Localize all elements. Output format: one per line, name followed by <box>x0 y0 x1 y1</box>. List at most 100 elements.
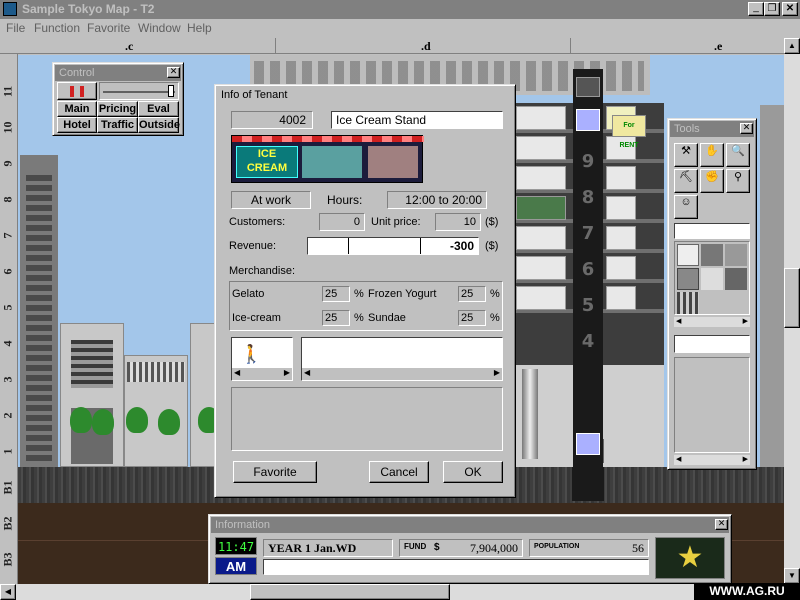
people-scroll-right-icon[interactable]: ▶ <box>284 368 290 377</box>
elevator-car[interactable] <box>576 433 600 455</box>
facility-columns-icon[interactable] <box>677 292 699 314</box>
control-title: Control <box>59 67 95 79</box>
tower-basement <box>572 467 604 501</box>
main-button[interactable]: Main <box>57 101 97 117</box>
eval-button[interactable]: Eval <box>138 101 179 117</box>
magnifier-icon[interactable]: 🔍 <box>726 143 750 167</box>
unit-price-label: Unit price: <box>371 216 421 228</box>
floor-label-1: 1 <box>0 448 15 455</box>
clock-ampm: AM <box>215 557 257 575</box>
information-title: Information <box>215 519 271 531</box>
merch-pct-sign: % <box>490 312 500 324</box>
tower-floor-7: 7 <box>581 223 595 244</box>
merch-pct-ice-cream[interactable]: 25 <box>322 310 350 326</box>
facility-stair-icon[interactable] <box>725 244 747 266</box>
tool-category-box[interactable] <box>674 223 750 239</box>
crane-icon[interactable]: ⛏ <box>674 169 698 193</box>
population-display: POPULATION 56 <box>529 539 649 557</box>
facility-hall-icon[interactable] <box>725 268 747 290</box>
facility-room-icon[interactable] <box>677 268 699 290</box>
floor-ruler: 11 10 9 8 7 6 5 4 3 2 1 B1 B2 B3 <box>0 54 18 584</box>
close-button[interactable]: ✕ <box>782 2 798 16</box>
merch-pct-frozen-yogurt[interactable]: 25 <box>458 286 486 302</box>
scroll-down-button[interactable]: ▼ <box>784 568 800 584</box>
facility-preview <box>674 357 750 453</box>
speed-slider-thumb[interactable] <box>168 85 174 97</box>
for-rent-sign[interactable]: For RENT <box>612 115 646 149</box>
inspect-icon[interactable]: ⚲ <box>726 169 750 193</box>
scroll-up-button[interactable]: ▲ <box>784 38 800 54</box>
merch-name-sundae: Sundae <box>368 312 406 324</box>
control-titlebar: Control <box>55 65 181 81</box>
merch-pct-sign: % <box>354 312 364 324</box>
information-close-icon[interactable]: ✕ <box>715 519 728 530</box>
pricing-button[interactable]: Pricing <box>97 101 138 117</box>
favorite-button[interactable]: Favorite <box>233 461 317 483</box>
people-viewer[interactable]: 🚶 ◀ ▶ <box>231 337 293 381</box>
facility-office-icon[interactable] <box>677 244 699 266</box>
tenant-icon[interactable]: ☺ <box>674 195 698 219</box>
hand-icon[interactable]: ✋ <box>700 143 724 167</box>
menu-window[interactable]: Window <box>138 21 181 35</box>
tools-close-icon[interactable]: ✕ <box>740 123 753 134</box>
window-title: Sample Tokyo Map - T2 <box>22 2 155 16</box>
ok-button[interactable]: OK <box>443 461 503 483</box>
tenant-name-field[interactable]: Ice Cream Stand <box>331 111 503 129</box>
detail-scroll-left-icon[interactable]: ◀ <box>304 368 310 377</box>
grab-icon[interactable]: ✊ <box>700 169 724 193</box>
date-display: YEAR 1 Jan.WD <box>263 539 393 557</box>
tree <box>70 407 92 433</box>
control-close-icon[interactable]: ✕ <box>167 67 180 78</box>
tower-floor-6: 6 <box>581 259 595 280</box>
column-label-d: .d <box>421 39 431 53</box>
hammer-icon[interactable]: ⚒ <box>674 143 698 167</box>
revenue-label: Revenue: <box>229 240 277 252</box>
facility-scrollbar[interactable]: ◀ ▶ <box>674 317 750 327</box>
merch-pct-gelato[interactable]: 25 <box>322 286 350 302</box>
speed-slider[interactable] <box>99 82 179 100</box>
pause-button[interactable] <box>57 82 97 100</box>
app-icon <box>3 2 17 16</box>
title-bar: Sample Tokyo Map - T2 _ ❐ ✕ <box>0 0 800 19</box>
revenue-currency: ($) <box>485 240 499 252</box>
facility-lobby-icon[interactable] <box>701 268 723 290</box>
vertical-scrollbar[interactable]: ▲ ▼ <box>784 38 800 584</box>
fund-display: FUND $ 7,904,000 <box>399 539 523 557</box>
population-label: POPULATION <box>534 543 580 550</box>
cancel-button[interactable]: Cancel <box>369 461 429 483</box>
floor-label-5: 5 <box>0 304 15 311</box>
menu-favorite[interactable]: Favorite <box>87 21 130 35</box>
horizontal-scrollbar[interactable]: ◀ <box>0 584 784 600</box>
facility-shop-icon[interactable] <box>701 244 723 266</box>
floor-label-b3: B3 <box>0 552 15 567</box>
fund-value: 7,904,000 <box>470 541 518 555</box>
minimize-button[interactable]: _ <box>748 2 764 16</box>
people-scroll-left-icon[interactable]: ◀ <box>234 368 240 377</box>
traffic-button[interactable]: Traffic <box>97 117 138 133</box>
facility-grid[interactable] <box>674 241 750 315</box>
restore-button[interactable]: ❐ <box>764 2 780 16</box>
outside-button[interactable]: Outside <box>138 117 180 133</box>
merch-pct-sundae[interactable]: 25 <box>458 310 486 326</box>
clock-time: 11:47 <box>215 537 257 555</box>
column-label-e: .e <box>714 39 723 53</box>
tower-floor-4: 4 <box>581 331 595 352</box>
menu-file[interactable]: File <box>6 21 25 35</box>
elevator-top-icon <box>576 77 600 97</box>
tenant-titlebar: Info of Tenant <box>217 87 513 103</box>
scroll-thumb-vertical[interactable] <box>784 268 800 328</box>
information-window: Information ✕ 11:47 AM YEAR 1 Jan.WD FUN… <box>208 514 732 584</box>
preview-scrollbar[interactable]: ◀ ▶ <box>674 455 750 465</box>
unit-price-value: 10 <box>435 213 481 231</box>
scroll-left-button[interactable]: ◀ <box>0 584 16 600</box>
floor-label-6: 6 <box>0 268 15 275</box>
menu-help[interactable]: Help <box>187 21 212 35</box>
ice-cream-sign: ICE CREAM <box>236 146 298 178</box>
menu-function[interactable]: Function <box>34 21 80 35</box>
detail-scroll-right-icon[interactable]: ▶ <box>494 368 500 377</box>
hotel-button[interactable]: Hotel <box>57 117 97 133</box>
scroll-thumb-horizontal[interactable] <box>250 584 450 600</box>
elevator-car[interactable] <box>576 109 600 131</box>
tree <box>126 407 148 433</box>
detail-viewer[interactable]: ◀ ▶ <box>301 337 503 381</box>
